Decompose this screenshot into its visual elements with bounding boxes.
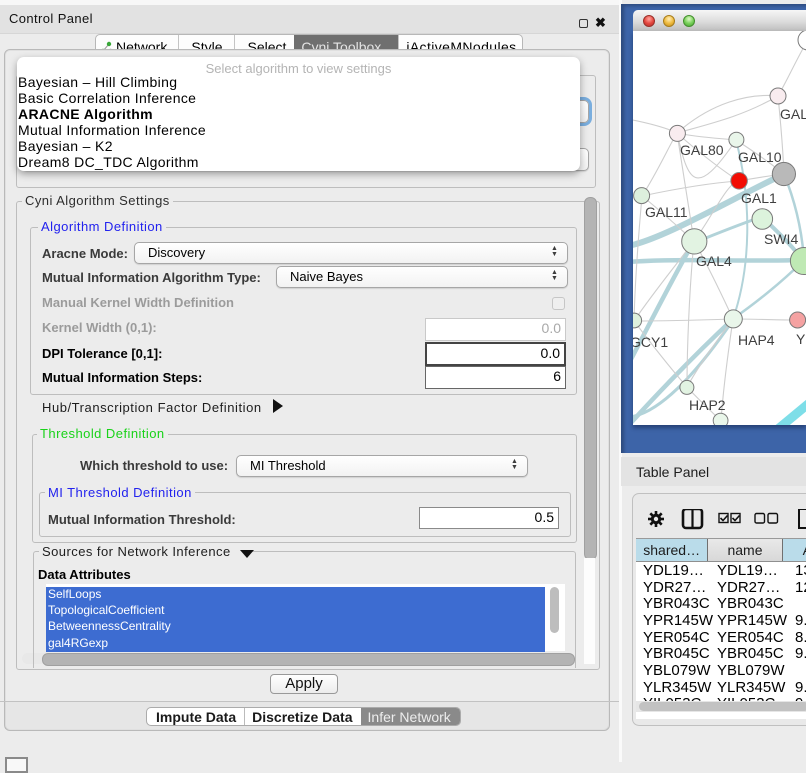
svg-text:SWI4: SWI4 — [764, 231, 798, 247]
svg-text:GAL10: GAL10 — [738, 149, 782, 165]
svg-text:GAL1: GAL1 — [741, 190, 777, 206]
svg-text:GCY1: GCY1 — [633, 334, 668, 350]
svg-text:GAL11: GAL11 — [645, 204, 688, 220]
svg-text:GAL80: GAL80 — [680, 142, 724, 158]
svg-text:GAL4: GAL4 — [696, 253, 732, 269]
svg-text:Y: Y — [796, 331, 806, 347]
svg-text:HAP4: HAP4 — [738, 332, 775, 348]
svg-text:HAP2: HAP2 — [689, 397, 726, 413]
svg-text:GAL2: GAL2 — [780, 106, 806, 122]
